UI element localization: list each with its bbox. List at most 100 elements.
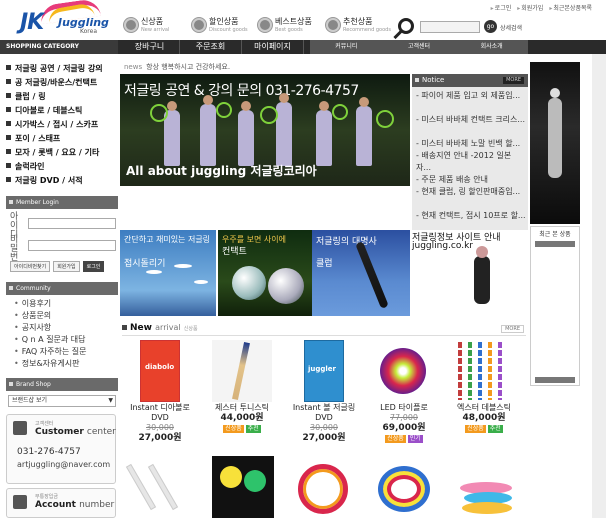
recent-products-title: 최근 본 상품 bbox=[539, 231, 571, 238]
ring-shape bbox=[298, 464, 348, 514]
customer-email[interactable]: artjuggling@naver.com bbox=[17, 460, 110, 469]
category-item[interactable]: 저글링 공연 / 저글링 강의 bbox=[6, 62, 103, 76]
nav-best[interactable]: 베스트상품 Best goods bbox=[258, 16, 312, 33]
community-item[interactable]: 이용후기 bbox=[14, 298, 118, 310]
notice-item[interactable]: - 주문 제품 배송 안내 bbox=[416, 174, 526, 186]
product-image[interactable] bbox=[374, 340, 434, 402]
stick-shape bbox=[498, 342, 502, 400]
performer-figure bbox=[164, 101, 180, 166]
product-old-price: 30,000 bbox=[146, 423, 174, 432]
product-name[interactable]: LED 타이플로 bbox=[366, 403, 442, 413]
notice-item[interactable]: - 파이어 제품 입고 외 제품입... bbox=[416, 90, 526, 114]
product-card[interactable]: 제스터 투니스틱 44,000원 신상품 추천 bbox=[204, 340, 280, 433]
product-card[interactable]: diabolo Instant 디아볼로 DVD 30,000 27,000원 bbox=[122, 340, 198, 444]
menu-company[interactable]: 회사소개 bbox=[455, 40, 528, 54]
menu-order-lookup[interactable]: 주문조회 bbox=[180, 40, 242, 54]
notice-more-button[interactable]: MORE bbox=[503, 77, 524, 84]
product-name[interactable]: 제스터 투니스틱 bbox=[204, 403, 280, 413]
main-banner[interactable]: 저글링 공연 & 강의 문의 031-276-4757 All about ju… bbox=[120, 74, 410, 186]
product-name[interactable]: Instant 디아볼로 DVD bbox=[122, 403, 198, 423]
menu-cart[interactable]: 장바구니 bbox=[120, 40, 180, 54]
product-image[interactable] bbox=[125, 456, 192, 518]
login-id-input[interactable] bbox=[28, 218, 116, 229]
notice-item[interactable]: - 미스터 바바체 노말 빈백 할... bbox=[416, 138, 526, 150]
login-link[interactable]: 로그인 bbox=[491, 3, 512, 12]
notice-item[interactable]: - 배송지연 안내 -2012 일본자... bbox=[416, 150, 526, 174]
signup-button[interactable]: 회원가입 bbox=[53, 261, 80, 272]
category-item[interactable]: 시가박스 / 접시 / 스카프 bbox=[6, 118, 103, 132]
dvd-cover-text: diabolo bbox=[145, 363, 175, 371]
community-item[interactable]: 공지사항 bbox=[14, 322, 118, 334]
menu-customer-center[interactable]: 고객센터 bbox=[383, 40, 456, 54]
menu-mypage[interactable]: 마이페이지 bbox=[242, 40, 304, 54]
badge-new: 신상품 bbox=[465, 425, 486, 433]
cs-title-main: Customer bbox=[35, 427, 84, 437]
page-scrollbar[interactable] bbox=[592, 54, 606, 518]
category-item[interactable]: 클럽 / 링 bbox=[6, 90, 103, 104]
product-card[interactable]: LED 타이플로 77,000 69,000원 신상품 인기 bbox=[366, 340, 442, 443]
category-item[interactable]: 공 저글링/바운스/컨택트 bbox=[6, 76, 103, 90]
product-name[interactable]: 엑스터 데블스틱 bbox=[446, 403, 522, 413]
product-card[interactable]: 엑스터 데블스틱 48,000원 신상품 추천 bbox=[446, 340, 522, 433]
notice-item[interactable]: - 현재 클럽, 링 할인판매중입... bbox=[416, 186, 526, 210]
news-text: 항상 행복하시고 건강하세요. bbox=[146, 63, 231, 71]
category-item[interactable]: 모자 / 롯백 / 요요 / 기타 bbox=[6, 146, 103, 160]
community-item[interactable]: 정보&자유게시판 bbox=[14, 358, 118, 370]
nav-recommend[interactable]: 추천상품 Recommend goods bbox=[326, 16, 391, 33]
plate-shape bbox=[194, 280, 208, 284]
club-banner[interactable]: 저글링의 대명사 클럽 bbox=[312, 230, 410, 316]
search-icon bbox=[398, 18, 414, 34]
recent-products-link[interactable]: 최근본상품목록 bbox=[549, 3, 592, 12]
product-image[interactable] bbox=[454, 340, 514, 402]
detail-search-link[interactable]: 상세검색 bbox=[500, 23, 522, 32]
new-arrival-title: New bbox=[130, 323, 152, 333]
recent-up-arrow[interactable] bbox=[535, 241, 575, 247]
category-item[interactable]: 디아볼로 / 데블스틱 bbox=[6, 104, 103, 118]
community-item[interactable]: FAQ 자주하는 질문 bbox=[14, 346, 118, 358]
nav-new-arrival[interactable]: 신상품 New arrival bbox=[124, 16, 169, 33]
brand-select[interactable]: 브랜드샵 보기 bbox=[8, 395, 116, 407]
product-image[interactable] bbox=[294, 456, 356, 518]
product-name[interactable]: Instant 볼 저글링 DVD bbox=[286, 403, 362, 423]
product-image[interactable] bbox=[212, 340, 272, 402]
product-card[interactable]: juggler Instant 볼 저글링 DVD 30,000 27,000원 bbox=[286, 340, 362, 444]
juggling-info-banner[interactable]: 저글링정보 사이트 안내 juggling.co.kr bbox=[410, 230, 528, 316]
banner-caption: 클럽 bbox=[316, 259, 333, 269]
category-item[interactable]: 포이 / 스태프 bbox=[6, 132, 103, 146]
juggler-figure bbox=[474, 256, 490, 304]
acct-title-sub: number bbox=[79, 500, 115, 510]
recent-down-arrow[interactable] bbox=[535, 377, 575, 383]
product-price: 69,000원 bbox=[382, 423, 426, 433]
community-item[interactable]: Q n A 질문과 대답 bbox=[14, 334, 118, 346]
product-image[interactable] bbox=[456, 456, 518, 518]
site-logo[interactable]: JK Juggling Korea bbox=[18, 0, 109, 36]
plate-spinning-banner[interactable]: 간단하고 재미있는 저글링 접시돌리기 bbox=[120, 230, 216, 316]
category-item[interactable]: 저글링 DVD / 서적 bbox=[6, 174, 103, 188]
banner-subtitle: All about juggling 저글링코리아 bbox=[126, 164, 317, 178]
category-item[interactable]: 솔럭라인 bbox=[6, 160, 103, 174]
find-id-button[interactable]: 아이디비번찾기 bbox=[10, 261, 51, 272]
product-image[interactable]: diabolo bbox=[140, 340, 180, 402]
customer-phone: 031-276-4757 bbox=[17, 447, 81, 457]
notice-item[interactable]: - 미스터 바바체 컨택트 크리스... bbox=[416, 114, 526, 138]
search-go-button[interactable]: go bbox=[484, 20, 497, 33]
login-password-input[interactable] bbox=[28, 240, 116, 251]
login-button[interactable]: 로그인 bbox=[82, 261, 105, 272]
search-input[interactable] bbox=[420, 21, 480, 33]
stick-shape bbox=[232, 342, 250, 400]
product-image[interactable] bbox=[212, 456, 274, 518]
stick-shape bbox=[468, 342, 472, 400]
performer-figure bbox=[316, 101, 332, 166]
new-arrival-more-button[interactable]: MORE bbox=[501, 325, 524, 333]
product-image[interactable] bbox=[374, 456, 436, 518]
signup-link[interactable]: 회원가입 bbox=[517, 3, 543, 12]
recommend-icon bbox=[326, 17, 340, 32]
contact-banner[interactable]: 우주를 보면 사이에 컨택트 bbox=[218, 230, 312, 316]
menu-community[interactable]: 커뮤니티 bbox=[310, 40, 383, 54]
community-item[interactable]: 상품문의 bbox=[14, 310, 118, 322]
customer-center-small: 고객센터 bbox=[35, 421, 54, 427]
news-label: news bbox=[124, 63, 143, 71]
side-banner[interactable] bbox=[530, 62, 580, 224]
nav-discount[interactable]: 할인상품 Discount goods bbox=[192, 16, 248, 33]
product-image[interactable]: juggler bbox=[304, 340, 344, 402]
